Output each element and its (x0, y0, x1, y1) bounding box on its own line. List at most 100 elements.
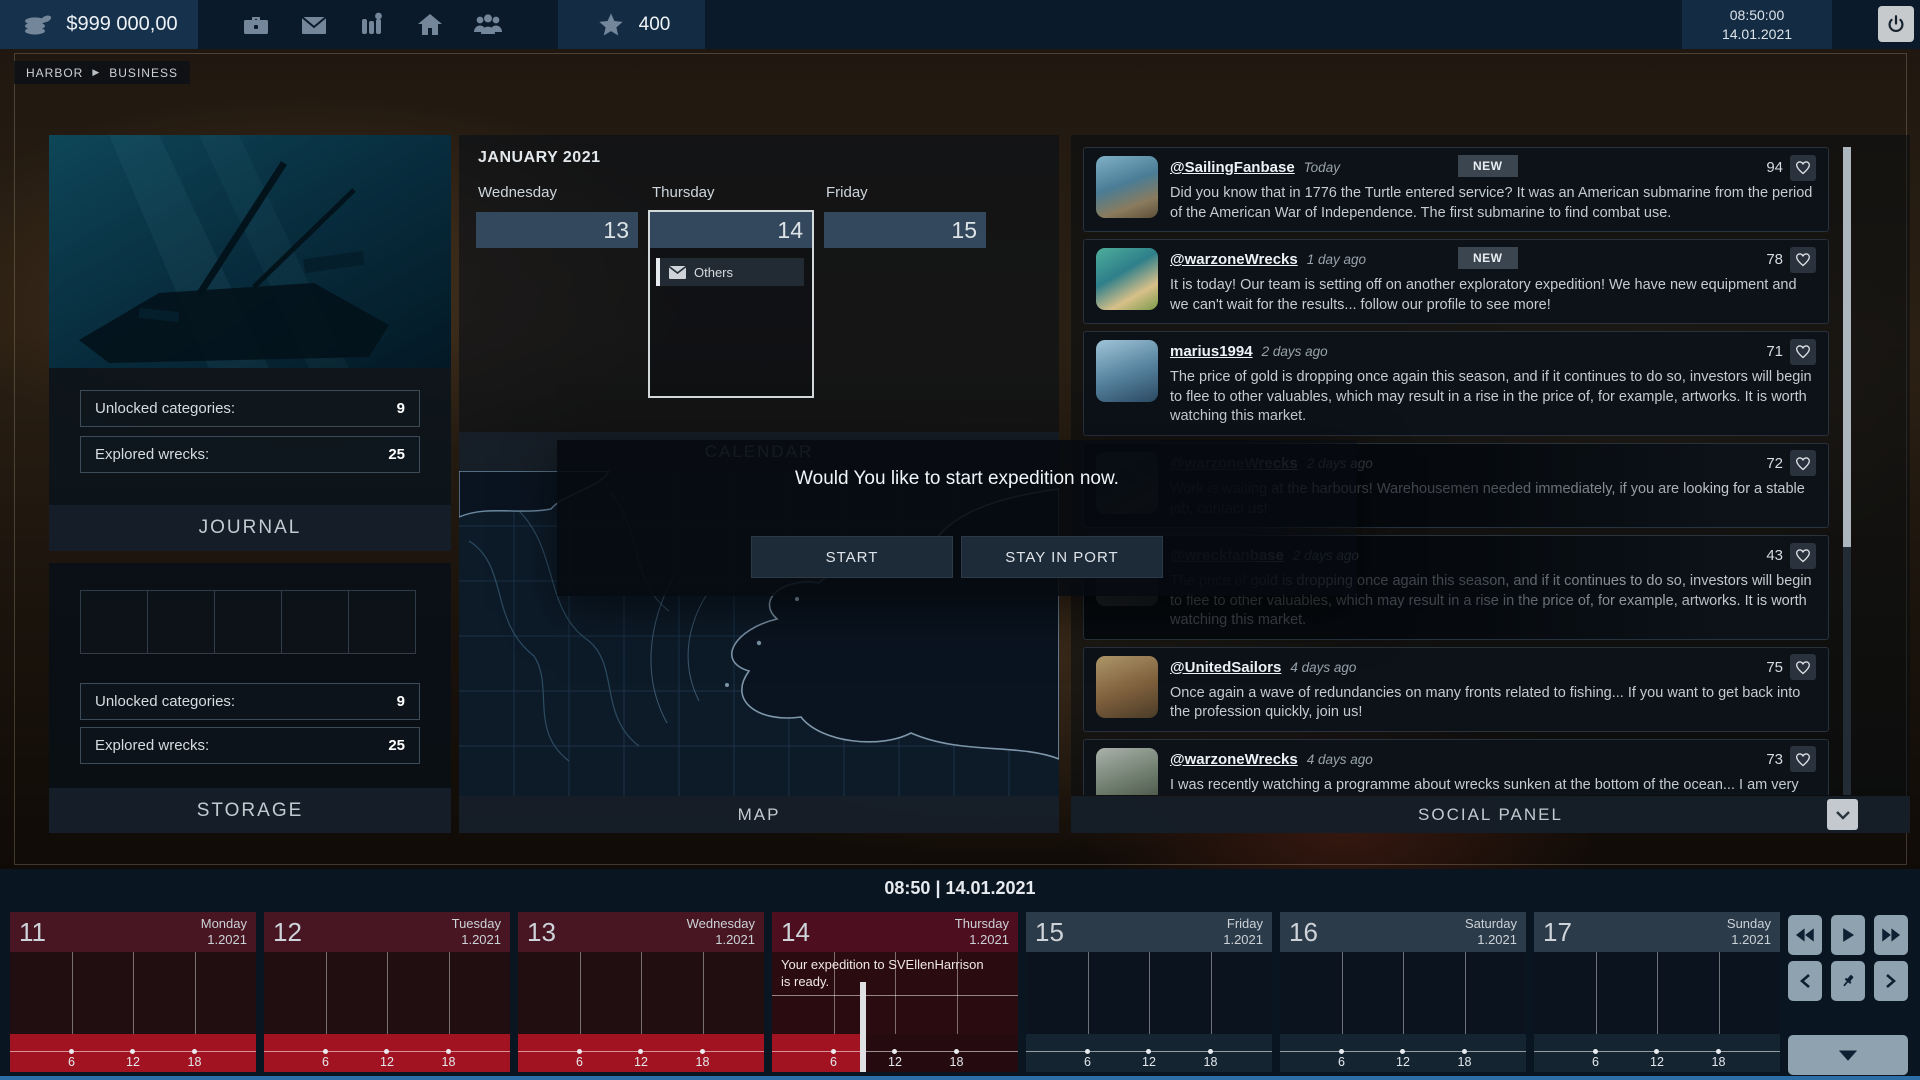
post-time: 2 days ago (1262, 344, 1328, 359)
money-value: $999 000,00 (66, 13, 177, 36)
timeline-day-card[interactable]: 17 Sunday 1.2021 6 12 18 (1534, 912, 1780, 1072)
map-title-bar[interactable]: MAP (459, 796, 1059, 833)
storage-slot[interactable] (80, 590, 148, 654)
timeline-clock: 08:50 | 14.01.2021 (0, 878, 1920, 899)
post-username[interactable]: marius1994 (1170, 343, 1253, 360)
timeline-day-card[interactable]: 15 Friday 1.2021 6 12 18 (1026, 912, 1272, 1072)
storage-stat-row: Explored wrecks: 25 (80, 727, 420, 764)
current-time-cursor[interactable] (860, 982, 866, 1072)
like-button[interactable] (1790, 247, 1816, 273)
social-scrollbar[interactable] (1843, 147, 1851, 795)
map-icon[interactable] (354, 7, 390, 43)
post-time: Today (1304, 160, 1340, 175)
mail-icon[interactable] (296, 7, 332, 43)
social-title-bar[interactable]: SOCIAL PANEL (1071, 796, 1910, 833)
avatar (1096, 656, 1158, 718)
timeline-day-card[interactable]: 12 Tuesday 1.2021 6 12 18 (264, 912, 510, 1072)
hour-label: 18 (442, 1055, 456, 1069)
hour-label: 12 (1650, 1055, 1664, 1069)
timeline-day-card-current[interactable]: 14 Thursday 1.2021 Your expedition to SV… (772, 912, 1018, 1072)
breadcrumb-harbor[interactable]: HARBOR (26, 66, 83, 80)
briefcase-icon[interactable] (238, 7, 274, 43)
heart-icon (1795, 752, 1811, 767)
fast-forward-button[interactable] (1874, 915, 1908, 955)
like-button[interactable] (1790, 155, 1816, 181)
post-time: 4 days ago (1290, 660, 1356, 675)
like-button[interactable] (1790, 450, 1816, 476)
hour-label: 18 (950, 1055, 964, 1069)
hour-label: 6 (1592, 1055, 1599, 1069)
timeline-day-year: 1.2021 (955, 932, 1009, 948)
stay-in-port-button[interactable]: STAY IN PORT (961, 536, 1163, 578)
storage-slot[interactable] (348, 590, 416, 654)
timeline-day-card[interactable]: 13 Wednesday 1.2021 6 12 18 (518, 912, 764, 1072)
reputation-value: 400 (639, 14, 671, 36)
social-post[interactable]: @SailingFanbase Today NEW 94 Did you kno… (1083, 147, 1829, 232)
hour-label: 18 (1458, 1055, 1472, 1069)
post-time: 4 days ago (1307, 752, 1373, 767)
post-username[interactable]: @UnitedSailors (1170, 659, 1281, 676)
clock-display: 08:50:00 14.01.2021 (1682, 0, 1832, 49)
new-badge: NEW (1458, 247, 1518, 269)
calendar-day-13[interactable]: 13 (476, 212, 638, 248)
like-count: 73 (1766, 751, 1783, 768)
like-button[interactable] (1790, 543, 1816, 569)
avatar (1096, 748, 1158, 795)
calendar-day-14-selected[interactable]: 14 Others (648, 210, 814, 398)
breadcrumb-business[interactable]: BUSINESS (109, 66, 178, 80)
post-username[interactable]: @warzoneWrecks (1170, 751, 1298, 768)
power-icon (1885, 13, 1907, 35)
timeline-day-year: 1.2021 (687, 932, 755, 948)
social-post[interactable]: @warzoneWrecks 1 day ago NEW 78 It is to… (1083, 239, 1829, 324)
breadcrumb-arrow-icon: ▶ (92, 67, 100, 78)
storage-slot[interactable] (281, 590, 349, 654)
prev-day-button[interactable] (1788, 961, 1822, 1001)
next-day-button[interactable] (1874, 961, 1908, 1001)
people-icon[interactable] (470, 7, 506, 43)
stat-label: Explored wrecks: (95, 446, 209, 463)
post-username[interactable]: @SailingFanbase (1170, 159, 1295, 176)
stat-label: Unlocked categories: (95, 693, 235, 710)
pin-button[interactable] (1831, 961, 1865, 1001)
social-title: SOCIAL PANEL (1418, 805, 1563, 825)
social-post[interactable]: @UnitedSailors 4 days ago 75 Once again … (1083, 647, 1829, 732)
post-username[interactable]: @warzoneWrecks (1170, 251, 1298, 268)
reputation-display[interactable]: 400 (558, 0, 705, 49)
rewind-button[interactable] (1788, 915, 1822, 955)
expedition-dialog: Would You like to start expedition now. … (557, 440, 1357, 596)
post-text: I was recently watching a programme abou… (1170, 776, 1816, 795)
stat-value: 25 (388, 737, 405, 754)
calendar-day-15[interactable]: 15 (824, 212, 986, 248)
money-display[interactable]: $999 000,00 (0, 0, 198, 49)
chevron-right-icon (1885, 973, 1897, 989)
timeline-day-number: 17 (1543, 917, 1572, 948)
storage-slot[interactable] (147, 590, 215, 654)
storage-slot[interactable] (214, 590, 282, 654)
social-post[interactable]: @warzoneWrecks 4 days ago 73 I was recen… (1083, 739, 1829, 795)
start-button[interactable]: START (751, 536, 953, 578)
timeline-day-card[interactable]: 16 Saturday 1.2021 6 12 18 (1280, 912, 1526, 1072)
social-post[interactable]: marius1994 2 days ago 71 The price of go… (1083, 331, 1829, 436)
storage-title-bar[interactable]: STORAGE (49, 788, 451, 833)
like-button[interactable] (1790, 339, 1816, 365)
hour-label: 18 (188, 1055, 202, 1069)
home-icon[interactable] (412, 7, 448, 43)
like-button[interactable] (1790, 746, 1816, 772)
hour-label: 6 (322, 1055, 329, 1069)
collapse-social-button[interactable] (1827, 799, 1858, 830)
chevron-down-icon (1835, 810, 1851, 820)
timeline-day-card[interactable]: 11 Monday 1.2021 6 12 18 (10, 912, 256, 1072)
power-button[interactable] (1878, 6, 1914, 42)
play-button[interactable] (1831, 915, 1865, 955)
pin-icon (1840, 973, 1856, 989)
timeline-day-number: 14 (781, 917, 810, 948)
hour-label: 18 (696, 1055, 710, 1069)
journal-title-bar[interactable]: JOURNAL (49, 505, 451, 551)
calendar-event-others[interactable]: Others (656, 258, 804, 286)
collapse-timeline-button[interactable] (1788, 1035, 1908, 1075)
hour-label: 12 (126, 1055, 140, 1069)
like-button[interactable] (1790, 654, 1816, 680)
scrollbar-thumb[interactable] (1843, 147, 1851, 547)
timeline-day-number: 11 (19, 917, 46, 948)
heart-icon (1795, 456, 1811, 471)
